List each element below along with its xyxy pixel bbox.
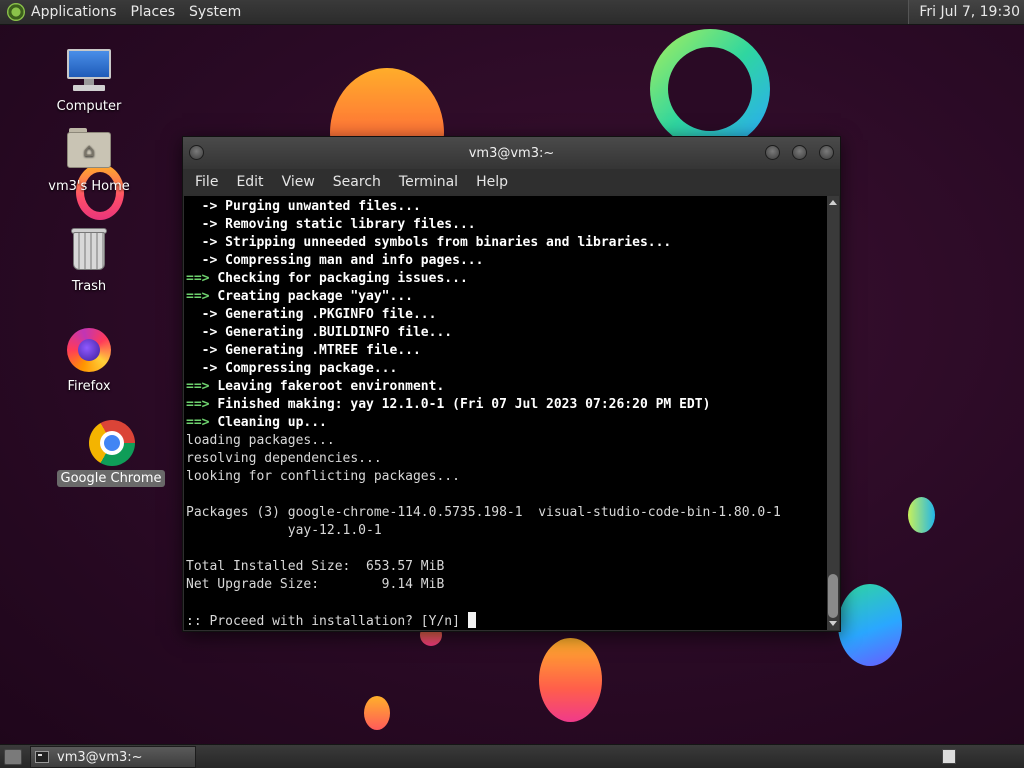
desktop-icon-label: Trash	[71, 279, 107, 294]
desktop-icon-trash[interactable]: Trash	[34, 226, 144, 295]
desktop-icon-label: Computer	[56, 99, 122, 114]
computer-icon	[65, 46, 113, 94]
desktop-icon-label: Firefox	[67, 379, 111, 394]
terminal-line: Net Upgrade Size: 9.14 MiB	[186, 577, 445, 592]
terminal-line: :: Proceed with installation? [Y/n]	[186, 612, 825, 630]
menu-view[interactable]: View	[272, 174, 323, 190]
home-folder-icon: ⌂	[65, 126, 113, 174]
top-panel: Applications Places System Fri Jul 7, 19…	[0, 0, 1024, 25]
taskbar-terminal-button[interactable]: vm3@vm3:~	[30, 746, 196, 768]
terminal-cursor	[467, 612, 476, 628]
distro-logo-icon[interactable]	[7, 3, 25, 21]
terminal-line: Total Installed Size: 653.57 MiB	[186, 559, 445, 574]
taskbar-button-label: vm3@vm3:~	[57, 749, 143, 765]
workspace-switcher-icon[interactable]	[942, 749, 956, 764]
terminal-line: -> Stripping unneeded symbols from binar…	[186, 235, 672, 250]
window-menu-button[interactable]	[189, 145, 204, 160]
desktop-icon-label: vm3's Home	[48, 179, 130, 194]
terminal-line: ==> Leaving fakeroot environment.	[186, 379, 445, 394]
desktop-icon-computer[interactable]: Computer	[34, 46, 144, 115]
terminal-line: -> Compressing package...	[186, 361, 398, 376]
wallpaper-shape	[364, 696, 390, 730]
show-desktop-icon[interactable]	[4, 749, 22, 765]
chrome-icon	[87, 418, 135, 466]
desktop-icon-label: Google Chrome	[56, 470, 166, 487]
terminal-icon	[35, 751, 49, 763]
terminal-line: loading packages...	[186, 433, 335, 448]
scroll-down-icon[interactable]	[829, 621, 837, 626]
menu-edit[interactable]: Edit	[226, 174, 271, 190]
clock[interactable]: Fri Jul 7, 19:30	[908, 0, 1024, 24]
desktop-icon-home[interactable]: ⌂ vm3's Home	[34, 126, 144, 195]
wallpaper-shape	[539, 638, 602, 722]
window-titlebar[interactable]: vm3@vm3:~	[183, 137, 840, 169]
terminal-line: ==> Cleaning up...	[186, 415, 327, 430]
terminal-line: ==> Finished making: yay 12.1.0-1 (Fri 0…	[186, 397, 711, 412]
terminal-menubar: File Edit View Search Terminal Help	[183, 169, 840, 194]
terminal-line: yay-12.1.0-1	[186, 523, 382, 538]
bottom-panel: vm3@vm3:~	[0, 744, 1024, 768]
terminal-line: -> Generating .BUILDINFO file...	[186, 325, 453, 340]
terminal-line: -> Removing static library files...	[186, 217, 476, 232]
terminal-line: resolving dependencies...	[186, 451, 382, 466]
terminal-line: -> Generating .PKGINFO file...	[186, 307, 437, 322]
window-title: vm3@vm3:~	[468, 145, 555, 161]
wallpaper-shape	[838, 584, 902, 666]
menu-search[interactable]: Search	[323, 174, 389, 190]
applications-menu[interactable]: Applications	[31, 4, 117, 20]
scroll-up-icon[interactable]	[829, 200, 837, 205]
wallpaper-shape	[650, 29, 770, 149]
desktop-icon-google-chrome[interactable]: Google Chrome	[56, 418, 166, 487]
trash-icon	[65, 226, 113, 274]
desktop-icon-firefox[interactable]: Firefox	[34, 326, 144, 395]
terminal-line: looking for conflicting packages...	[186, 469, 460, 484]
minimize-button[interactable]	[765, 145, 780, 160]
places-menu[interactable]: Places	[131, 4, 176, 20]
scrollbar-thumb[interactable]	[828, 574, 838, 618]
maximize-button[interactable]	[792, 145, 807, 160]
terminal-scrollbar[interactable]	[827, 196, 839, 630]
menu-file[interactable]: File	[185, 174, 226, 190]
firefox-icon	[65, 326, 113, 374]
terminal-text[interactable]: -> Purging unwanted files... -> Removing…	[184, 196, 827, 630]
terminal-line: ==> Checking for packaging issues...	[186, 271, 468, 286]
close-button[interactable]	[819, 145, 834, 160]
terminal-line: ==> Creating package "yay"...	[186, 289, 413, 304]
wallpaper-shape	[908, 497, 935, 533]
terminal-line: -> Generating .MTREE file...	[186, 343, 421, 358]
terminal-output[interactable]: -> Purging unwanted files... -> Removing…	[184, 196, 827, 630]
terminal-line: -> Compressing man and info pages...	[186, 253, 484, 268]
terminal-line: Packages (3) google-chrome-114.0.5735.19…	[186, 505, 781, 520]
system-menu[interactable]: System	[189, 4, 241, 20]
terminal-line: -> Purging unwanted files...	[186, 199, 421, 214]
terminal-window: vm3@vm3:~ File Edit View Search Terminal…	[182, 136, 841, 632]
menu-terminal[interactable]: Terminal	[389, 174, 466, 190]
menu-help[interactable]: Help	[466, 174, 516, 190]
